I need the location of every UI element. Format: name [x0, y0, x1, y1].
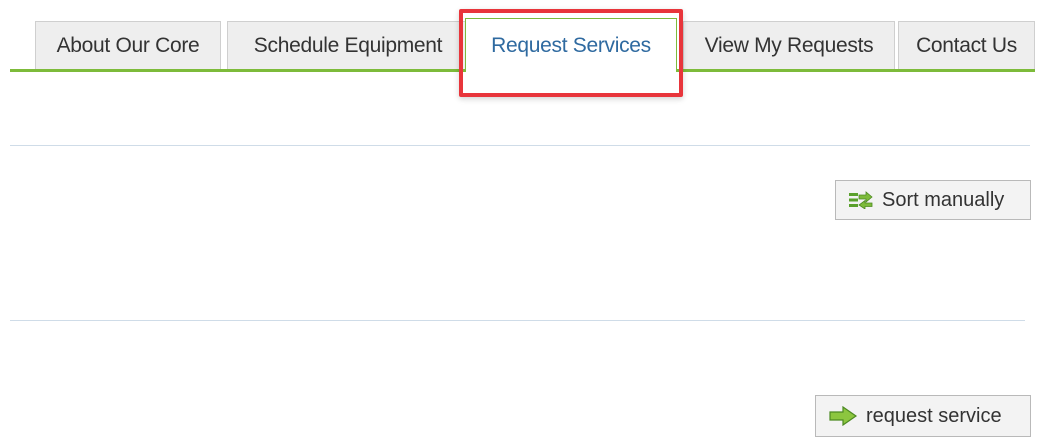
tab-request-services[interactable]: Request Services	[465, 18, 677, 72]
tab-label: Request Services	[491, 33, 651, 57]
divider	[10, 320, 1025, 321]
tab-label: View My Requests	[704, 33, 874, 57]
tab-schedule-equipment[interactable]: Schedule Equipment	[227, 21, 469, 69]
tab-about-our-core[interactable]: About Our Core	[35, 21, 221, 69]
sort-manually-button[interactable]: Sort manually	[835, 180, 1031, 220]
sort-manually-label: Sort manually	[882, 188, 1005, 211]
sort-arrows-icon	[848, 191, 874, 209]
divider	[10, 145, 1030, 146]
tab-label: Schedule Equipment	[253, 33, 443, 57]
request-service-label: request service	[866, 404, 1002, 427]
request-service-button[interactable]: request service	[815, 395, 1031, 437]
tab-label: About Our Core	[56, 33, 200, 57]
tab-label: Contact Us	[916, 33, 1017, 57]
arrow-right-icon	[828, 406, 858, 426]
tab-view-my-requests[interactable]: View My Requests	[683, 21, 895, 69]
app-root: About Our Core Schedule Equipment Reques…	[0, 0, 1040, 437]
tab-contact-us[interactable]: Contact Us	[898, 21, 1035, 69]
tab-bar: About Our Core Schedule Equipment Reques…	[10, 0, 1035, 72]
